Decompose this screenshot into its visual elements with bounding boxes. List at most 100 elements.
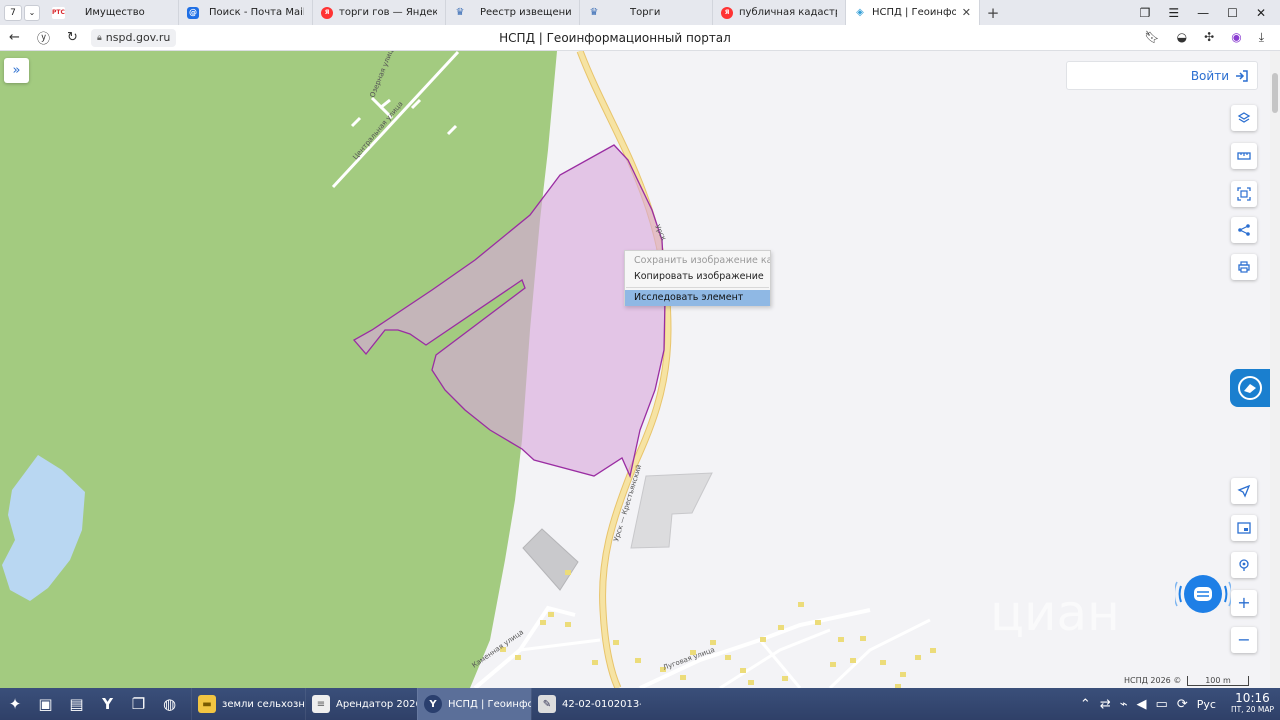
tab-1[interactable]: РТС Имущество: [44, 0, 179, 25]
tab-count-badge[interactable]: 7: [4, 4, 22, 21]
minimap-icon: [1237, 522, 1251, 534]
minimap-button[interactable]: [1231, 515, 1257, 541]
tab-label: Торги: [630, 7, 661, 18]
document-icon: ≡: [312, 695, 330, 713]
taskbar-window-3-active[interactable]: Y НСПД | Геоинфор...: [417, 688, 531, 720]
minus-icon: −: [1237, 630, 1251, 649]
yandex-circle-icon[interactable]: ⓨ: [29, 28, 58, 47]
updates-icon[interactable]: ⟳: [1177, 697, 1188, 712]
building-grey: [522, 528, 579, 591]
menu-icon[interactable]: ☰: [1168, 6, 1179, 20]
usb-icon[interactable]: ⌁: [1120, 697, 1128, 712]
geolocation-button[interactable]: [1231, 552, 1257, 578]
taskbar-window-1[interactable]: ▬ земли сельхозна...: [191, 688, 305, 720]
map-scale-bar: 100 m: [1187, 676, 1249, 686]
taskbar-window-label: Арендатор 2026 ...: [336, 698, 417, 710]
network-globe-icon[interactable]: ◍: [154, 688, 185, 720]
tab-3[interactable]: Я торги гов — Яндекс: нашлось: [313, 0, 446, 25]
maximize-icon[interactable]: ☐: [1227, 6, 1238, 20]
documents-icon[interactable]: ▤: [61, 688, 92, 720]
eagle-favicon-icon: ♛: [589, 7, 599, 18]
side-panel-tab[interactable]: [1230, 369, 1270, 407]
zoom-out-button[interactable]: −: [1231, 627, 1257, 653]
geo-pin-icon: [1239, 559, 1249, 571]
area-select-button[interactable]: [1231, 181, 1257, 207]
taskbar-window-4[interactable]: ✎ 42-02-0102013-7...: [531, 688, 641, 720]
building-large: [630, 472, 713, 549]
zoom-in-button[interactable]: +: [1231, 590, 1257, 616]
keyboard-layout[interactable]: Рус: [1197, 698, 1216, 711]
pdf-viewer-icon: ✎: [538, 695, 556, 713]
scrollbar-thumb[interactable]: [1272, 73, 1278, 113]
lock-icon: 🔒︎: [97, 32, 102, 43]
ruler-button[interactable]: [1231, 143, 1257, 169]
folder-icon: ▬: [198, 695, 216, 713]
context-menu: Сохранить изображение как... Копировать …: [624, 250, 771, 306]
download-icon[interactable]: ⤓: [1259, 30, 1264, 45]
plus-icon: +: [1237, 593, 1251, 612]
tab-4[interactable]: ♛ Реестр извещений: [446, 0, 580, 25]
system-tray: ⌃ ⇄ ⌁ ◀ ▭ ⟳ Рус 10:16 ПТ, 20 МАР: [1080, 692, 1280, 716]
close-window-icon[interactable]: ✕: [1256, 6, 1266, 20]
alice-icon[interactable]: ◉: [1231, 30, 1241, 45]
ruler-icon: [1237, 152, 1251, 160]
start-menu-icon[interactable]: ✦: [0, 688, 30, 720]
incognito-icon[interactable]: ◒: [1177, 30, 1187, 45]
double-chevron-right-icon: »: [12, 63, 21, 78]
context-item-copy-image[interactable]: Копировать изображение: [625, 269, 770, 285]
nspd-favicon-icon: ◈: [856, 7, 864, 18]
chat-bubble-icon: [1173, 575, 1233, 613]
page-title: НСПД | Геоинформационный портал: [499, 30, 731, 45]
taskbar-window-2[interactable]: ≡ Арендатор 2026 ...: [305, 688, 417, 720]
house-markers: [500, 570, 936, 688]
back-arrow-icon[interactable]: ←: [0, 30, 29, 45]
taskbar-window-label: земли сельхозна...: [222, 698, 305, 710]
share-button[interactable]: [1231, 217, 1257, 243]
tab-7-active[interactable]: ◈ НСПД | Геоинформац ✕: [846, 0, 980, 25]
address-bar: ← ⓨ ↻ 🔒︎ nspd.gov.ru НСПД | Геоинформаци…: [0, 25, 1280, 51]
page-scrollbar[interactable]: [1270, 51, 1280, 688]
nspd-logo-icon: [1238, 376, 1262, 400]
tab-counter[interactable]: 7 ⌄: [0, 4, 44, 21]
close-tab-icon[interactable]: ✕: [962, 6, 971, 19]
clock[interactable]: 10:16 ПТ, 20 МАР: [1231, 692, 1274, 716]
tab-label: публичная кадастровая: [739, 7, 837, 18]
eagle-favicon-icon: ♛: [455, 7, 465, 18]
file-manager-icon[interactable]: ▣: [30, 688, 61, 720]
locate-button[interactable]: [1231, 478, 1257, 504]
tray-expand-icon[interactable]: ⌃: [1080, 697, 1091, 712]
monitor-check-icon[interactable]: ▭: [1156, 697, 1168, 712]
print-button[interactable]: [1231, 254, 1257, 280]
browser-tab-bar: 7 ⌄ РТС Имущество @ Поиск - Почта Mail Я…: [0, 0, 1280, 25]
tab-6[interactable]: Я публичная кадастровая: [713, 0, 846, 25]
yandex-browser-icon[interactable]: Y: [92, 688, 123, 720]
map-canvas[interactable]: циан Центральная улица Озерная улица Урс…: [0, 51, 1270, 688]
tab-2[interactable]: @ Поиск - Почта Mail: [179, 0, 313, 25]
layers-button[interactable]: [1231, 105, 1257, 131]
reload-icon[interactable]: ↻: [58, 30, 87, 45]
windows-icon[interactable]: ❐: [123, 688, 154, 720]
taskbar-window-label: НСПД | Геоинфор...: [448, 698, 531, 710]
clock-time: 10:16: [1235, 691, 1270, 705]
mail-favicon-icon: @: [187, 6, 199, 19]
chat-widget-button[interactable]: [1173, 566, 1233, 622]
tabs-overview-icon[interactable]: ❐: [1140, 6, 1151, 20]
window-controls: ❐ ☰ — ☐ ✕: [1140, 6, 1280, 20]
expand-panel-button[interactable]: »: [4, 58, 29, 83]
yandex-favicon-icon: Я: [721, 6, 733, 19]
navigation-arrow-icon: [1237, 484, 1251, 498]
volume-icon[interactable]: ◀: [1137, 697, 1147, 712]
extension-icon[interactable]: ✣: [1204, 30, 1214, 45]
bookmark-icon[interactable]: 🔖︎: [1144, 30, 1159, 45]
taskbar-window-label: 42-02-0102013-7...: [562, 698, 641, 710]
tab-label: Реестр извещений: [480, 7, 571, 18]
url-field[interactable]: 🔒︎ nspd.gov.ru: [91, 28, 177, 47]
network-icon[interactable]: ⇄: [1100, 697, 1111, 712]
minimize-icon[interactable]: —: [1197, 6, 1209, 20]
chevron-down-icon[interactable]: ⌄: [24, 4, 40, 21]
map-copyright: НСПД 2026 ©: [1124, 676, 1182, 685]
tab-5[interactable]: ♛ Торги: [580, 0, 713, 25]
new-tab-icon[interactable]: +: [980, 4, 1006, 22]
login-button[interactable]: Войти: [1066, 61, 1258, 90]
context-item-inspect[interactable]: Исследовать элемент: [625, 290, 770, 306]
